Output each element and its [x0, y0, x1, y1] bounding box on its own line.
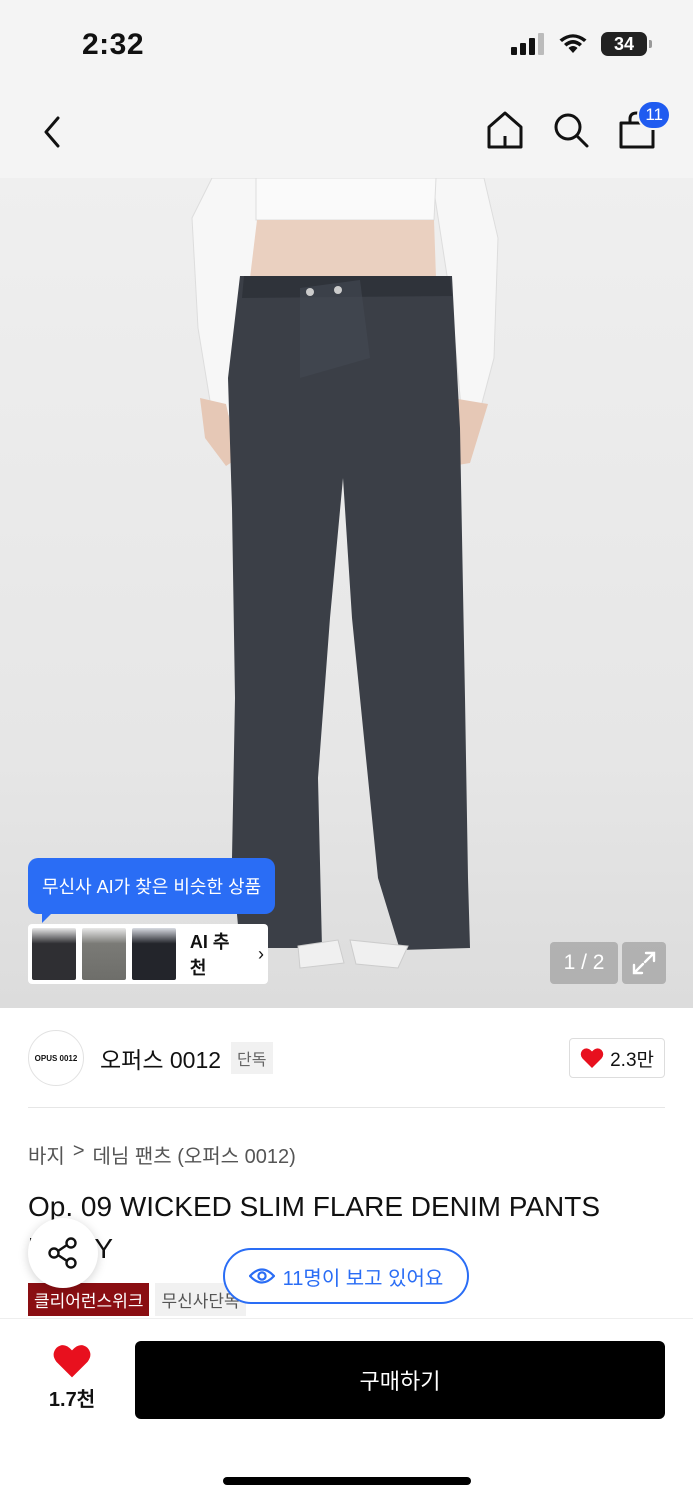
breadcrumb: 바지 > 데님 팬츠 (오퍼스 0012) — [28, 1140, 296, 1169]
battery-icon: 34 — [601, 32, 652, 56]
share-button[interactable] — [28, 1218, 98, 1288]
home-indicator — [223, 1477, 471, 1485]
ai-thumbnail[interactable] — [131, 928, 176, 980]
ai-thumbnail[interactable] — [32, 928, 76, 980]
heart-icon — [53, 1345, 91, 1378]
nav-bar: 11 — [0, 90, 693, 178]
share-icon — [48, 1237, 77, 1269]
nav-actions: 11 — [485, 100, 671, 152]
eye-icon — [248, 1268, 275, 1284]
back-arrow-icon[interactable] — [34, 112, 74, 152]
status-time: 2:32 — [82, 28, 145, 61]
wifi-icon — [559, 34, 587, 53]
chevron-right-icon: › — [258, 943, 264, 964]
heart-icon — [580, 1048, 604, 1068]
breadcrumb-category[interactable]: 바지 — [28, 1140, 65, 1169]
ai-similar-tooltip[interactable]: 무신사 AI가 찾은 비슷한 상품 — [28, 858, 276, 923]
viewers-pill: 11명이 보고 있어요 — [223, 1248, 469, 1304]
wishlist-button[interactable]: 1.7천 — [40, 1343, 104, 1412]
exclusive-badge: 단독 — [231, 1042, 273, 1074]
ai-thumbnail[interactable] — [81, 928, 126, 980]
status-bar: 2:32 34 — [0, 0, 693, 90]
status-icons: 34 — [511, 32, 652, 56]
brand-name[interactable]: 오퍼스 0012 — [100, 1041, 221, 1075]
breadcrumb-subcategory[interactable]: 데님 팬츠 (오퍼스 0012) — [93, 1140, 296, 1169]
brand-like-button[interactable]: 2.3만 — [569, 1038, 665, 1078]
brand-like-count: 2.3만 — [610, 1049, 654, 1071]
home-button[interactable] — [485, 108, 525, 152]
signal-icon — [511, 33, 544, 55]
divider — [28, 1107, 665, 1108]
search-icon — [554, 113, 589, 148]
brand-logo[interactable]: OPUS 0012 — [28, 1030, 84, 1086]
buy-button[interactable]: 구매하기 — [135, 1341, 665, 1419]
cart-badge: 11 — [637, 100, 671, 130]
expand-button[interactable] — [622, 942, 666, 984]
product-image[interactable]: 무신사 AI가 찾은 비슷한 상품 AI 추천 › 1 / 2 — [0, 178, 693, 1008]
cart-button[interactable]: 11 — [617, 100, 671, 152]
bottom-bar: 1.7천 구매하기 — [0, 1318, 693, 1500]
ai-recommend-card[interactable]: AI 추천 › — [28, 924, 268, 984]
wishlist-count: 1.7천 — [48, 1389, 96, 1411]
home-icon — [487, 111, 523, 149]
viewers-text: 11명이 보고 있어요 — [282, 1267, 444, 1290]
ai-recommend-label: AI 추천 — [189, 932, 230, 978]
brand-row: OPUS 0012 오퍼스 0012 단독 2.3만 — [28, 1028, 665, 1088]
search-button[interactable] — [551, 108, 591, 152]
expand-icon — [632, 951, 656, 975]
breadcrumb-separator: > — [72, 1140, 85, 1162]
tag-clearance: 클리어런스위크 — [28, 1283, 150, 1316]
image-counter: 1 / 2 — [550, 942, 618, 984]
